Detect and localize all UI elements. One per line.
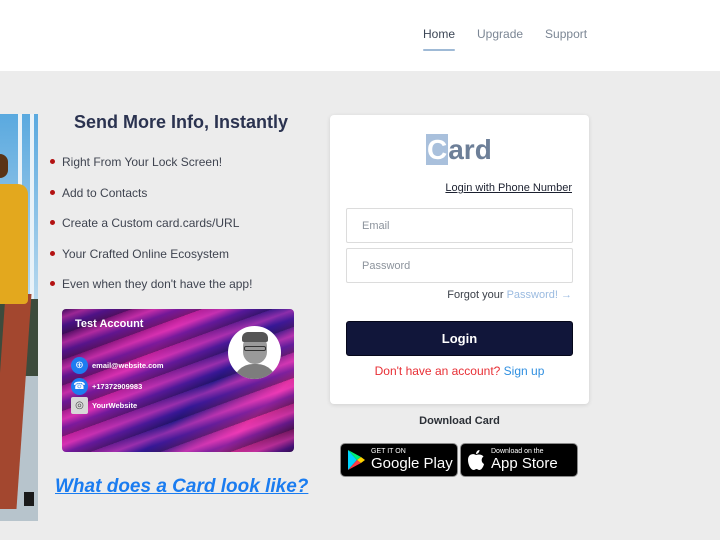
feature-item: Create a Custom card.cards/URL xyxy=(50,214,252,245)
bullet-icon xyxy=(50,159,55,164)
password-field[interactable] xyxy=(346,248,573,283)
card-preview-link[interactable]: What does a Card look like? xyxy=(55,476,308,498)
bullet-icon xyxy=(50,250,55,256)
feature-item: Your Crafted Online Ecosystem xyxy=(50,245,252,276)
download-title: Download Card xyxy=(419,415,500,427)
signup-prompt: Don't have an account? Sign up xyxy=(374,364,545,378)
signup-link[interactable]: Sign up xyxy=(504,364,545,378)
sample-card: Test Account ⊕ email@website.com ☎ +1737… xyxy=(62,309,294,452)
top-navbar: Home Upgrade Support xyxy=(0,0,720,71)
login-panel: Card Login with Phone Number Forgot your… xyxy=(330,115,589,404)
card-logo: Card xyxy=(426,134,492,165)
google-play-button[interactable]: GET IT ON Google Play xyxy=(340,443,458,477)
bullet-icon xyxy=(50,281,55,286)
hero-title: Send More Info, Instantly xyxy=(74,112,289,132)
forgot-password-link[interactable]: Password! → xyxy=(507,289,572,301)
arrow-right-icon: → xyxy=(561,289,572,301)
email-field[interactable] xyxy=(346,208,573,243)
website-icon: ◎ xyxy=(71,397,88,414)
card-contact-phone: ☎ +17372909983 xyxy=(71,378,142,395)
nav-upgrade[interactable]: Upgrade xyxy=(477,27,523,51)
feature-list: Right From Your Lock Screen! Add to Cont… xyxy=(50,153,252,306)
feature-item: Add to Contacts xyxy=(50,184,252,215)
login-button[interactable]: Login xyxy=(346,321,573,356)
feature-item: Even when they don't have the app! xyxy=(50,275,252,306)
bullet-icon xyxy=(50,220,55,225)
google-play-icon xyxy=(341,449,371,471)
bullet-icon xyxy=(50,189,55,195)
card-account-name: Test Account xyxy=(75,318,144,330)
apple-icon xyxy=(461,449,491,471)
nav-support[interactable]: Support xyxy=(545,27,587,51)
nav-home[interactable]: Home xyxy=(423,27,456,51)
globe-icon: ⊕ xyxy=(71,357,88,374)
card-contact-email: ⊕ email@website.com xyxy=(71,357,164,374)
main-nav: Home Upgrade Support xyxy=(423,27,587,51)
card-contact-website: ◎ YourWebsite xyxy=(71,397,137,414)
login-with-phone-link[interactable]: Login with Phone Number xyxy=(445,182,572,194)
app-store-button[interactable]: Download on the App Store xyxy=(460,443,578,477)
feature-item: Right From Your Lock Screen! xyxy=(50,153,252,184)
forgot-password: Forgot your Password! → xyxy=(447,289,572,301)
avatar xyxy=(228,326,281,379)
phone-icon: ☎ xyxy=(71,378,88,395)
hero-illustration xyxy=(0,114,38,521)
